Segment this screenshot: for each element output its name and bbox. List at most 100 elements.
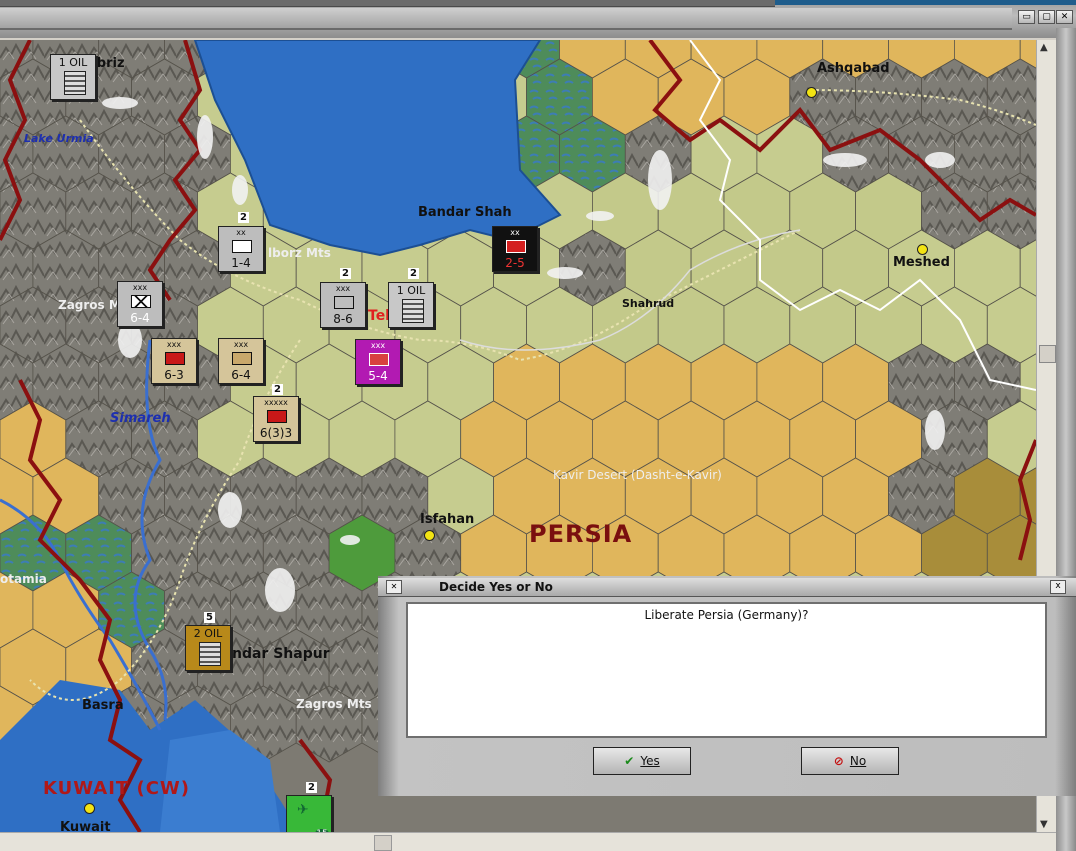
unit-size: xxxxx [264,398,288,407]
unit-strength: 6-4 [130,311,150,325]
unit-size: xx [236,228,246,237]
stack-count: 2 [238,212,249,223]
maximize-button[interactable]: ▢ [1038,10,1055,24]
no-entry-icon: ⊘ [833,754,844,768]
oil-resource-tabriz[interactable]: 1 OIL [50,54,96,100]
unit-strength: 6(3)3 [259,426,293,440]
snow-patch [265,568,295,612]
oil-barrel-icon [199,642,221,666]
unit-magenta[interactable]: xxx 5-4 [355,339,401,385]
stack-count: 2 [408,268,419,279]
scroll-up-icon[interactable]: ▲ [1040,42,1048,53]
city-shahrud: Shahrud [622,297,675,310]
no-button[interactable]: ⊘ No [801,747,899,775]
country-kuwait-label: KUWAIT (CW) [43,778,190,799]
infantry-symbol-icon [165,352,185,365]
unit-green-air[interactable]: ✈ 15 [286,795,332,832]
unit-size: xxx [370,341,386,350]
unit-red-hq[interactable]: xxxxx 6(3)3 [253,396,299,442]
simareh-label: Simareh [110,411,171,426]
stack-count: 2 [306,782,317,793]
snow-patch [648,150,672,210]
snow-patch [197,115,213,159]
yes-label: Yes [640,754,660,768]
city-dot-isfahan [424,530,435,541]
unit-size: xxx [335,284,351,293]
unit-size: xxx [132,283,148,292]
yes-button[interactable]: ✔ Yes [593,747,691,775]
desktop-strip [775,0,1076,5]
snow-patch [586,211,614,221]
oil-label: 1 OIL [396,284,426,297]
aircraft-icon: ✈ [297,802,309,818]
vertical-scroll-thumb[interactable] [1039,345,1056,363]
unit-elborz[interactable]: xx 1-4 [218,226,264,272]
snow-patch [232,175,248,205]
close-button[interactable]: ✕ [1056,10,1073,24]
checkmark-icon: ✔ [624,754,635,768]
city-dot-ashqabad [806,87,817,98]
mesopotamia-label: otamia [0,572,47,586]
dialog-close-button[interactable]: x [1050,580,1066,594]
city-basra: Basra [82,698,124,713]
oil-barrel-icon [64,71,86,95]
city-kuwait: Kuwait [60,820,111,832]
unit-size: xx [510,228,520,237]
snow-patch [823,153,867,167]
unit-black[interactable]: xx 2-5 [492,226,538,272]
infantry-symbol-icon [267,410,287,423]
unit-red-inf[interactable]: xxx 6-3 [151,338,197,384]
oil-resource-shapur[interactable]: 2 OIL [185,625,231,671]
top-strip [0,0,775,7]
no-label: No [849,754,867,768]
unit-strength: 6-3 [164,368,184,382]
restore-button[interactable]: ▭ [1018,10,1035,24]
city-ashqabad: Ashqabad [817,61,890,76]
snow-patch [102,97,138,109]
title-bar: ▭ ▢ ✕ [0,0,1076,38]
unit-zagros[interactable]: xxx 6-4 [117,281,163,327]
unit-strength: 8-6 [333,312,353,326]
country-persia-label: PERSIA [529,520,633,548]
armor-symbol-icon [334,296,354,309]
unit-tan-inf[interactable]: xxx 6-4 [218,338,264,384]
dialog-message-box: Liberate Persia (Germany)? [406,602,1047,738]
oil-barrel-icon [402,299,424,323]
city-meshed: Meshed [893,255,950,270]
horizontal-scrollbar[interactable] [0,832,1056,851]
tehran-label: Tel [368,308,390,324]
stack-count: 2 [340,268,351,279]
unit-size: xxx [166,340,182,349]
unit-size: xxx [233,340,249,349]
oil-resource-tehran[interactable]: 1 OIL [388,282,434,328]
decide-dialog: ✕ Decide Yes or No x Liberate Persia (Ge… [378,576,1076,796]
toolbar-area [0,8,1012,30]
infantry-symbol-icon [131,295,151,308]
city-isfahan: Isfahan [420,512,475,527]
snow-patch [118,322,142,358]
city-dot-kuwait [84,803,95,814]
kavir-desert-label: Kavir Desert (Dasht-e-Kavir) [553,468,722,482]
infantry-symbol-icon [506,240,526,253]
infantry-symbol-icon [369,353,389,366]
hq-symbol-icon [232,240,252,253]
horizontal-scroll-thumb[interactable] [374,835,392,851]
dialog-menu-icon[interactable]: ✕ [386,580,402,594]
stack-count: 5 [204,612,215,623]
unit-strength: 5-4 [368,369,388,383]
zagros-north-label: Zagros M [58,298,121,312]
scroll-down-icon[interactable]: ▼ [1040,819,1048,830]
stack-count: 2 [272,384,283,395]
snow-patch [218,492,242,528]
lake-urmia-label: Lake Urmia [24,132,94,145]
snow-patch [340,535,360,545]
snow-patch [547,267,583,279]
dialog-message: Liberate Persia (Germany)? [644,608,809,622]
oil-label: 2 OIL [193,627,223,640]
zagros-south-label: Zagros Mts [296,697,372,711]
city-bandar-shapur: ndar Shapur [232,646,330,662]
unit-strength: 6-4 [231,368,251,382]
city-bandar-shah: Bandar Shah [418,205,512,220]
unit-armor[interactable]: xxx 8-6 [320,282,366,328]
snow-patch [925,152,955,168]
